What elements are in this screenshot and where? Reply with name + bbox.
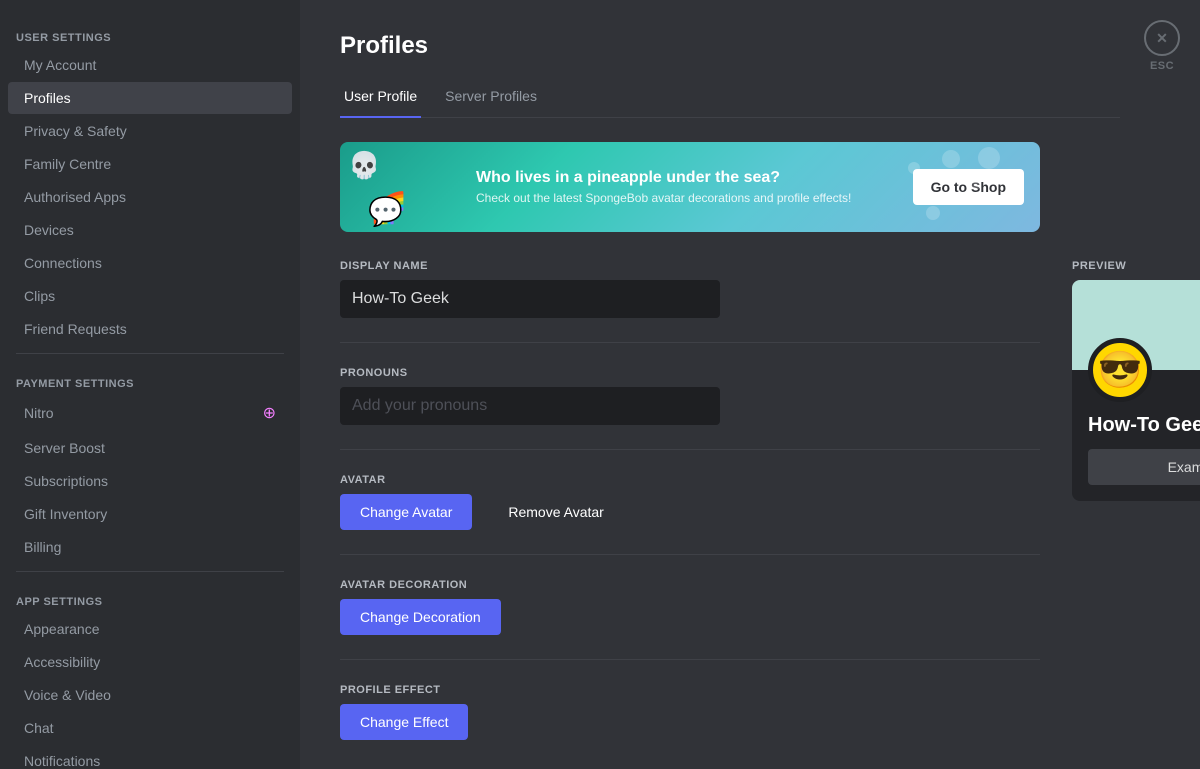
esc-label: ESC — [1150, 60, 1174, 72]
change-decoration-button[interactable]: Change Decoration — [340, 599, 501, 635]
bubble-1 — [942, 150, 960, 168]
sidebar-item-my-account[interactable]: My Account — [8, 49, 292, 81]
sidebar-item-authorised-apps[interactable]: Authorised Apps — [8, 181, 292, 213]
change-effect-button[interactable]: Change Effect — [340, 704, 468, 740]
tabs: User Profile Server Profiles — [340, 80, 1120, 118]
promo-content: Who lives in a pineapple under the sea? … — [460, 157, 913, 217]
pronouns-section: PRONOUNS — [340, 367, 1040, 450]
preview-card: 😎 How-To Geek Example Button — [1072, 280, 1200, 501]
nitro-icon: ⊕ — [263, 403, 276, 423]
sidebar-item-devices[interactable]: Devices — [8, 214, 292, 246]
sidebar-item-profiles[interactable]: Profiles — [8, 82, 292, 114]
form-column: DISPLAY NAME How-To Geek PRONOUNS AVATAR… — [340, 260, 1040, 769]
tab-server-profiles[interactable]: Server Profiles — [441, 80, 541, 118]
main-inner: Profiles User Profile Server Profiles 💀 … — [300, 0, 1160, 769]
go-to-shop-button[interactable]: Go to Shop — [913, 169, 1024, 205]
sidebar-item-gift-inventory[interactable]: Gift Inventory — [8, 498, 292, 530]
skull-decoration: 💀 — [348, 150, 380, 181]
esc-button[interactable]: ✕ — [1144, 20, 1180, 56]
preview-username: How-To Geek — [1088, 414, 1200, 437]
promo-banner: 💀 🌈 💬 Who lives in a pineapple under the… — [340, 142, 1040, 232]
preview-avatar-wrapper: 😎 — [1088, 338, 1152, 402]
content-with-preview: DISPLAY NAME How-To Geek PRONOUNS AVATAR… — [340, 260, 1120, 769]
discord-logo-decoration: 💬 — [368, 195, 403, 228]
preview-column: PREVIEW 😎 How-To Geek Exa — [1072, 260, 1200, 769]
avatar-decoration-section: AVATAR DECORATION Change Decoration — [340, 579, 1040, 660]
display-name-input[interactable]: How-To Geek — [340, 280, 720, 318]
sidebar-item-voice-video[interactable]: Voice & Video — [8, 679, 292, 711]
tab-user-profile[interactable]: User Profile — [340, 80, 421, 118]
divider-1 — [16, 353, 284, 354]
divider-2 — [16, 571, 284, 572]
sidebar-item-nitro[interactable]: Nitro ⊕ — [8, 395, 292, 431]
payment-settings-label: PAYMENT SETTINGS — [0, 362, 300, 394]
display-name-label: DISPLAY NAME — [340, 260, 1040, 272]
display-name-section: DISPLAY NAME How-To Geek — [340, 260, 1040, 343]
profile-effect-label: PROFILE EFFECT — [340, 684, 1040, 696]
pronouns-input[interactable] — [340, 387, 720, 425]
user-settings-label: USER SETTINGS — [0, 16, 300, 48]
esc-button-wrapper: ✕ ESC — [1144, 20, 1180, 72]
avatar-section: AVATAR Change Avatar Remove Avatar — [340, 474, 1040, 555]
bubble-5 — [926, 206, 940, 220]
sidebar-item-clips[interactable]: Clips — [8, 280, 292, 312]
page-title: Profiles — [340, 32, 1120, 60]
promo-title: Who lives in a pineapple under the sea? — [476, 169, 897, 187]
change-avatar-button[interactable]: Change Avatar — [340, 494, 472, 530]
sidebar-item-family-centre[interactable]: Family Centre — [8, 148, 292, 180]
sidebar-item-friend-requests[interactable]: Friend Requests — [8, 313, 292, 345]
preview-label: PREVIEW — [1072, 260, 1200, 272]
sidebar-item-appearance[interactable]: Appearance — [8, 613, 292, 645]
bubble-2 — [908, 162, 920, 174]
sidebar-item-accessibility[interactable]: Accessibility — [8, 646, 292, 678]
bubble-4 — [972, 182, 980, 190]
promo-decoration-left: 💀 🌈 💬 — [340, 142, 460, 232]
avatar: 😎 — [1088, 338, 1152, 402]
main-content: ✕ ESC Profiles User Profile Server Profi… — [300, 0, 1200, 769]
remove-avatar-button[interactable]: Remove Avatar — [488, 494, 623, 530]
example-button[interactable]: Example Button — [1088, 449, 1200, 485]
preview-banner: 😎 — [1072, 280, 1200, 370]
sidebar-item-notifications[interactable]: Notifications — [8, 745, 292, 769]
sidebar-item-server-boost[interactable]: Server Boost — [8, 432, 292, 464]
avatar-actions: Change Avatar Remove Avatar — [340, 494, 1040, 530]
sidebar-item-subscriptions[interactable]: Subscriptions — [8, 465, 292, 497]
profile-effect-section: PROFILE EFFECT Change Effect — [340, 684, 1040, 764]
sidebar-item-connections[interactable]: Connections — [8, 247, 292, 279]
pronouns-label: PRONOUNS — [340, 367, 1040, 379]
sidebar-item-billing[interactable]: Billing — [8, 531, 292, 563]
sidebar-item-chat[interactable]: Chat — [8, 712, 292, 744]
sidebar-item-privacy-safety[interactable]: Privacy & Safety — [8, 115, 292, 147]
avatar-label: AVATAR — [340, 474, 1040, 486]
bubble-3 — [978, 147, 1000, 169]
sidebar: USER SETTINGS My Account Profiles Privac… — [0, 0, 300, 769]
avatar-decoration-label: AVATAR DECORATION — [340, 579, 1040, 591]
app-settings-label: APP SETTINGS — [0, 580, 300, 612]
promo-subtitle: Check out the latest SpongeBob avatar de… — [476, 191, 897, 205]
